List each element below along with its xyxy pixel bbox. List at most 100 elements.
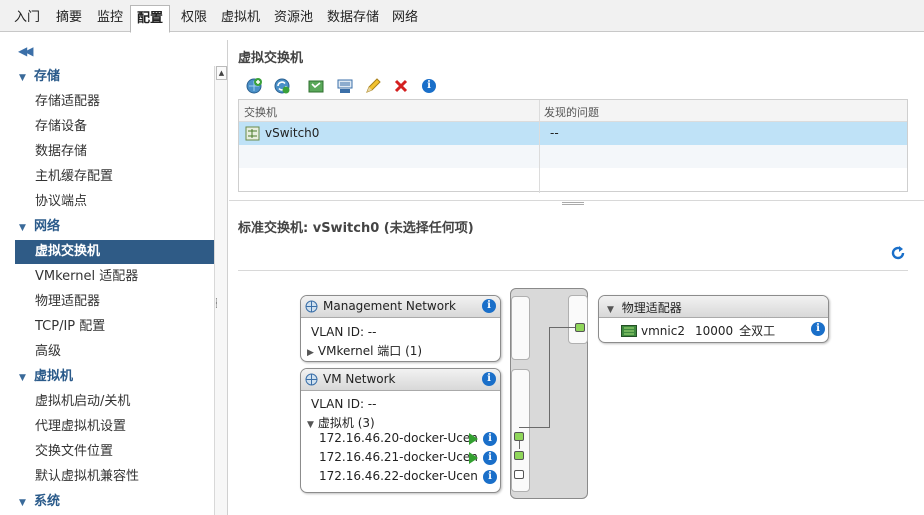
edit-pencil-icon[interactable] — [362, 75, 384, 97]
vmnet-vlan: VLAN ID: -- — [311, 397, 377, 411]
switch-grid: 交换机 发现的问题 vSwitch0 -- — [238, 99, 908, 193]
section-storage-label: 存储 — [34, 69, 61, 84]
vm-item[interactable]: 172.16.46.21-docker-Ucen — [319, 450, 478, 464]
refresh-icon[interactable] — [889, 244, 907, 262]
vmnet-vms-toggle[interactable]: ▼ 虚拟机 (3) — [307, 414, 375, 431]
tab-monitor[interactable]: 监控 — [91, 5, 129, 32]
physical-adapters-header: ▼ 物理适配器 — [607, 301, 682, 315]
col-header-switch[interactable]: 交换机 — [244, 104, 277, 120]
info-icon[interactable]: i — [482, 299, 496, 313]
section-system-label: 系统 — [34, 494, 61, 509]
sidebar-item-tcpip-config[interactable]: TCP/IP 配置 — [15, 315, 214, 339]
table-row-empty — [239, 145, 907, 168]
section-vm-label: 虚拟机 — [34, 369, 74, 384]
wire — [549, 327, 550, 428]
sidebar-item-storage-adapters[interactable]: 存储适配器 — [15, 90, 214, 114]
vm-powered-on-icon — [469, 452, 478, 464]
detail-divider — [238, 270, 908, 271]
vm-item[interactable]: 172.16.46.22-docker-Ucen — [319, 469, 478, 483]
tab-datastores[interactable]: 数据存储 — [321, 5, 385, 32]
wire — [549, 327, 575, 328]
sidebar-item-datastores[interactable]: 数据存储 — [15, 140, 214, 164]
info-icon[interactable]: i — [482, 372, 496, 386]
page-title: 虚拟交换机 — [238, 51, 304, 66]
tab-networks[interactable]: 网络 — [386, 5, 424, 32]
tab-getting-started[interactable]: 入门 — [8, 5, 46, 32]
manage-adapters-icon[interactable] — [334, 75, 356, 97]
sidebar-item-default-vm-compat[interactable]: 默认虚拟机兼容性 — [15, 465, 214, 489]
migrate-adapter-icon[interactable] — [305, 75, 327, 97]
port-vm-3[interactable] — [514, 470, 524, 479]
slot-mgmt — [511, 296, 530, 360]
section-network[interactable]: ▼ 网络 — [19, 216, 60, 238]
mgmt-vmkernel-label: VMkernel 端口 (1) — [317, 344, 423, 358]
config-sidebar: ◀◀ ▼ 存储 存储适配器 存储设备 数据存储 主机缓存配置 协议端点 ▼ 网络 虚… — [15, 40, 228, 515]
portgroup-management[interactable]: Management Network i VLAN ID: -- ▶ VMkern… — [300, 295, 501, 362]
splitter-handle[interactable]: ⁞ ⁞ — [215, 298, 218, 311]
vmnic-row[interactable]: vmnic2 10000 全双工 — [621, 322, 775, 339]
sidebar-item-protocol-endpoints[interactable]: 协议端点 — [15, 190, 214, 214]
nic-icon — [621, 325, 637, 337]
section-storage[interactable]: ▼ 存储 — [19, 66, 60, 88]
sidebar-item-vmkernel-adapters[interactable]: VMkernel 适配器 — [15, 265, 214, 289]
port-vm-1[interactable] — [514, 432, 524, 441]
wire — [519, 427, 549, 428]
sidebar-item-host-cache[interactable]: 主机缓存配置 — [15, 165, 214, 189]
section-vm[interactable]: ▼ 虚拟机 — [19, 366, 73, 388]
info-icon[interactable]: i — [418, 75, 440, 97]
column-divider — [539, 100, 540, 193]
section-system[interactable]: ▼ 系统 — [19, 491, 60, 513]
sidebar-item-vm-startup[interactable]: 虚拟机启动/关机 — [15, 390, 214, 414]
portgroup-vm-network[interactable]: VM Network i VLAN ID: -- ▼ 虚拟机 (3) 172.16… — [300, 368, 501, 493]
vmnic-speed: 10000 — [694, 324, 734, 338]
sidebar-scrollbar[interactable]: ▲ — [214, 66, 227, 515]
scroll-up-icon[interactable]: ▲ — [216, 66, 227, 80]
vmnic-name: vmnic2 — [641, 324, 685, 338]
tab-permissions[interactable]: 权限 — [175, 5, 213, 32]
mgmt-vmkernel-ports[interactable]: ▶ VMkernel 端口 (1) — [307, 342, 422, 359]
add-network-icon[interactable] — [243, 75, 265, 97]
col-header-issues[interactable]: 发现的问题 — [544, 104, 599, 120]
table-row[interactable]: vSwitch0 -- — [239, 122, 907, 145]
vswitch-icon — [245, 126, 260, 141]
vm-item[interactable]: 172.16.46.20-docker-Ucen — [319, 431, 478, 445]
horizontal-splitter[interactable] — [229, 200, 924, 205]
sidebar-item-swap-file[interactable]: 交换文件位置 — [15, 440, 214, 464]
info-icon[interactable]: i — [811, 322, 825, 336]
tab-configure[interactable]: 配置 — [130, 5, 171, 33]
config-tab-bar: 入门 摘要 监控 配置 权限 虚拟机 资源池 数据存储 网络 — [0, 0, 924, 33]
main-panel: 虚拟交换机 i 交换机 发现的问题 vSwitch0 -- 标准交换机: vSw… — [229, 40, 924, 515]
info-icon[interactable]: i — [483, 432, 497, 446]
vm-powered-on-icon — [469, 433, 478, 445]
port-vm-2[interactable] — [514, 451, 524, 460]
sidebar-item-agent-vm[interactable]: 代理虚拟机设置 — [15, 415, 214, 439]
info-icon[interactable]: i — [483, 470, 497, 484]
vmnet-vms-label: 虚拟机 (3) — [317, 416, 375, 430]
physical-adapters-box[interactable]: ▼ 物理适配器 vmnic2 10000 全双工 i — [598, 295, 829, 343]
switch-detail-title: 标准交换机: vSwitch0 (未选择任何项) — [238, 221, 474, 236]
mgmt-vlan: VLAN ID: -- — [311, 325, 377, 339]
physical-adapters-title: 物理适配器 — [621, 301, 682, 315]
portgroup-management-title: Management Network — [323, 299, 456, 313]
refresh-network-icon[interactable] — [271, 75, 293, 97]
sidebar-item-physical-adapters[interactable]: 物理适配器 — [15, 290, 214, 314]
tab-summary[interactable]: 摘要 — [50, 5, 88, 32]
vmnic-duplex: 全双工 — [739, 324, 776, 338]
section-network-label: 网络 — [34, 219, 61, 234]
switch-name: vSwitch0 — [265, 126, 320, 140]
sidebar-item-advanced[interactable]: 高级 — [15, 340, 214, 364]
sidebar-item-virtual-switches[interactable]: 虚拟交换机 — [15, 240, 214, 264]
network-globe-icon — [305, 300, 318, 313]
collapse-sidebar-icon[interactable]: ◀◀ — [18, 44, 34, 58]
slot-uplink — [568, 295, 588, 344]
info-icon[interactable]: i — [483, 451, 497, 465]
tab-resource-pools[interactable]: 资源池 — [268, 5, 319, 32]
portgroup-vm-network-title: VM Network — [323, 372, 396, 386]
sidebar-item-storage-devices[interactable]: 存储设备 — [15, 115, 214, 139]
grid-header: 交换机 发现的问题 — [239, 100, 907, 122]
tab-vms[interactable]: 虚拟机 — [215, 5, 266, 32]
uplink-port[interactable] — [575, 323, 585, 332]
delete-x-icon[interactable] — [390, 75, 412, 97]
network-globe-icon — [305, 373, 318, 386]
switch-issues: -- — [550, 126, 559, 140]
